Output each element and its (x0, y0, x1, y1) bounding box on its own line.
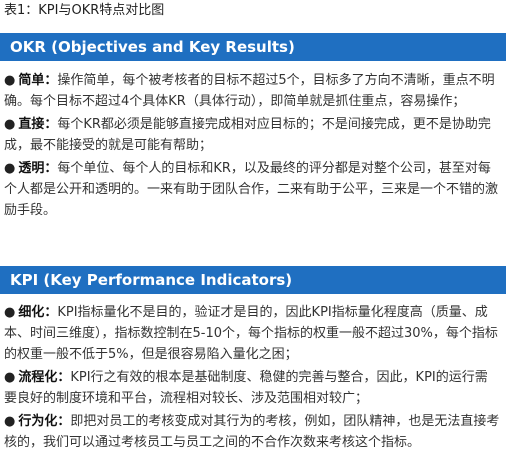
bullet-icon: ● (4, 161, 16, 176)
kpi-item-process: ● 流程化：KPI行之有效的根本是基础制度、稳健的完善与整合，因此，KPI的运行需… (4, 367, 500, 409)
item-keyword: 行为化： (18, 414, 71, 429)
item-text: KPI行之有效的根本是基础制度、稳健的完善与整合，因此，KPI的运行需要良好的制… (4, 370, 488, 406)
item-keyword: 细化： (18, 305, 58, 320)
okr-item-list: ● 简单：操作简单，每个被考核者的目标不超过5个，目标多了方向不清晰，重点不明确。… (4, 70, 500, 223)
item-text: 每个单位、每个人的目标和KR，以及最终的评分都是对整个公司，甚至对每个人都是公开… (4, 161, 499, 218)
bullet-icon: ● (4, 414, 16, 429)
bullet-icon: ● (4, 305, 16, 320)
item-text: 操作简单，每个被考核者的目标不超过5个，目标多了方向不清晰，重点不明确。每个目标… (4, 73, 495, 109)
okr-item-simple: ● 简单：操作简单，每个被考核者的目标不超过5个，目标多了方向不清晰，重点不明确。… (4, 70, 500, 112)
item-text: KPI指标量化不是目的，验证才是目的，因此KPI指标量化程度高（质量、成本、时间… (4, 305, 498, 362)
bullet-icon: ● (4, 370, 16, 385)
kpi-item-refine: ● 细化：KPI指标量化不是目的，验证才是目的，因此KPI指标量化程度高（质量、成… (4, 302, 500, 365)
bullet-icon: ● (4, 117, 16, 132)
bullet-icon: ● (4, 73, 16, 88)
page: 表1：KPI与OKR特点对比图 OKR (Objectives and Key … (0, 0, 506, 461)
table-title: 表1：KPI与OKR特点对比图 (4, 3, 165, 18)
item-keyword: 简单： (18, 73, 58, 88)
kpi-item-behavior: ● 行为化：即把对员工的考核变成对其行为的考核，例如，团队精神，也是无法直接考核的… (4, 411, 500, 453)
item-keyword: 流程化： (18, 370, 71, 385)
item-keyword: 透明： (18, 161, 58, 176)
okr-item-direct: ● 直接：每个KR都必须是能够直接完成相对应目标的；不是间接完成，更不是协助完成，… (4, 114, 500, 156)
kpi-item-list: ● 细化：KPI指标量化不是目的，验证才是目的，因此KPI指标量化程度高（质量、成… (4, 302, 500, 455)
okr-item-transparent: ● 透明：每个单位、每个人的目标和KR，以及最终的评分都是对整个公司，甚至对每个人… (4, 158, 500, 221)
okr-section-header: OKR (Objectives and Key Results) (0, 33, 506, 61)
kpi-section-header: KPI (Key Performance Indicators) (0, 266, 506, 294)
item-text: 每个KR都必须是能够直接完成相对应目标的；不是间接完成，更不是协助完成，最不能接… (4, 117, 491, 153)
item-text: 即把对员工的考核变成对其行为的考核，例如，团队精神，也是无法直接考核的，我们可以… (4, 414, 500, 450)
item-keyword: 直接： (18, 117, 58, 132)
